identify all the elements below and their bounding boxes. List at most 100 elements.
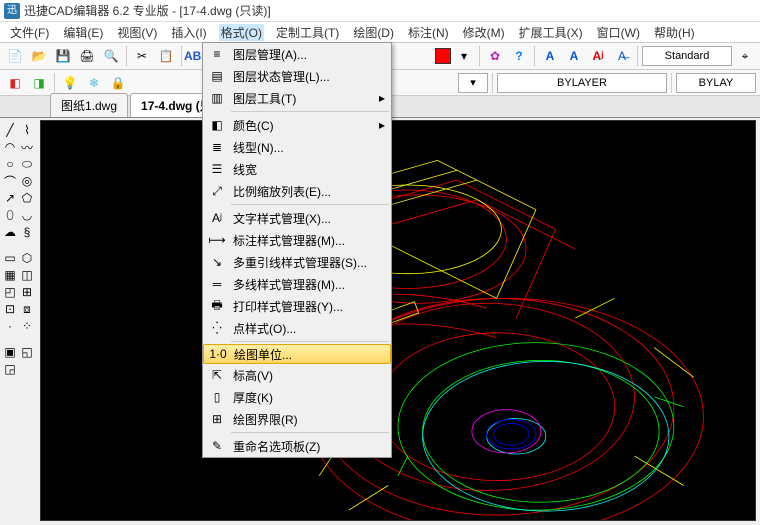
table-tool[interactable]: ⊞ bbox=[19, 284, 35, 300]
layer-on-icon[interactable]: 💡 bbox=[59, 72, 81, 94]
menu-item-label: 标高(V) bbox=[233, 367, 273, 384]
format-menu-item[interactable]: ◧颜色(C)▸ bbox=[203, 114, 391, 136]
spline-tool[interactable]: 〰 bbox=[19, 139, 35, 155]
point2-tool[interactable]: ⁘ bbox=[19, 318, 35, 334]
open-file-button[interactable]: 📂 bbox=[28, 45, 50, 67]
menu-item[interactable]: 文件(F) bbox=[8, 24, 51, 41]
format-menu-item[interactable]: ═多线样式管理器(M)... bbox=[203, 273, 391, 295]
wblk-tool[interactable]: ⧈ bbox=[19, 301, 35, 317]
polygon-tool[interactable]: ⬠ bbox=[19, 190, 35, 206]
plot-icon: 🖶 bbox=[207, 298, 227, 314]
menu-item-label: 重命名选项板(Z) bbox=[233, 438, 320, 455]
menu-item[interactable]: 定制工具(T) bbox=[274, 24, 341, 41]
separator bbox=[181, 46, 182, 66]
line-tool[interactable]: ╱ bbox=[2, 122, 18, 138]
format-menu-item[interactable]: 1·0绘图单位... bbox=[203, 344, 391, 364]
lineweight-dropdown[interactable]: BYLAY bbox=[676, 73, 756, 93]
new-file-button[interactable]: 📄 bbox=[4, 45, 26, 67]
menu-item[interactable]: 扩展工具(X) bbox=[517, 24, 585, 41]
format-menu-item[interactable]: ✎ 重命名选项板(Z) bbox=[203, 435, 391, 457]
format-menu-item[interactable]: ↘多重引线样式管理器(S)... bbox=[203, 251, 391, 273]
text-a2-button[interactable]: A bbox=[563, 45, 585, 67]
menu-item[interactable]: 视图(V) bbox=[115, 24, 159, 41]
document-tab[interactable]: 图纸1.dwg bbox=[50, 93, 128, 117]
text-a-button[interactable]: A bbox=[539, 45, 561, 67]
menu-item[interactable]: 修改(M) bbox=[461, 24, 507, 41]
ellipse-tool[interactable]: ⬭ bbox=[19, 156, 35, 172]
print-button[interactable]: 🖨 bbox=[76, 45, 98, 67]
format-menu-item[interactable]: ☰线宽 bbox=[203, 158, 391, 180]
text-a4-button[interactable]: A̶ bbox=[611, 45, 633, 67]
format-menu-item[interactable]: 🖶打印样式管理器(Y)... bbox=[203, 295, 391, 317]
linetype-dropdown[interactable]: BYLAYER bbox=[497, 73, 667, 93]
style-picker-button[interactable]: ⌖ bbox=[734, 45, 756, 67]
menu-item-label: 比例缩放列表(E)... bbox=[233, 183, 331, 200]
pline-tool[interactable]: ⌇ bbox=[19, 122, 35, 138]
arc-tool[interactable]: ◠ bbox=[2, 139, 18, 155]
cut-button[interactable]: ✂ bbox=[131, 45, 153, 67]
ray-tool[interactable]: ↗ bbox=[2, 190, 18, 206]
format-menu-item[interactable]: ≣线型(N)... bbox=[203, 136, 391, 158]
format-menu-item[interactable]: ⊞绘图界限(R) bbox=[203, 408, 391, 430]
point-tool[interactable]: · bbox=[2, 318, 18, 334]
cad-wireframe bbox=[41, 121, 755, 520]
format-menu-item[interactable]: ⇱标高(V) bbox=[203, 364, 391, 386]
layer-lock-icon[interactable]: 🔒 bbox=[107, 72, 129, 94]
donut-tool[interactable]: ◎ bbox=[19, 173, 35, 189]
text-a3-button[interactable]: Aʲ bbox=[587, 45, 609, 67]
menu-item[interactable]: 插入(I) bbox=[169, 24, 208, 41]
extra3-tool[interactable]: ◲ bbox=[2, 361, 18, 377]
menu-item[interactable]: 帮助(H) bbox=[652, 24, 697, 41]
menu-separator bbox=[231, 341, 389, 342]
menu-item-label: 标注样式管理器(M)... bbox=[233, 232, 345, 249]
ins-tool[interactable]: ⊡ bbox=[2, 301, 18, 317]
format-menu-item[interactable]: Aʲ文字样式管理(X)... bbox=[203, 207, 391, 229]
cloud-tool[interactable]: ☁ bbox=[2, 224, 18, 240]
layer-mgr-button[interactable]: ◧ bbox=[4, 72, 26, 94]
extra1-tool[interactable]: ▣ bbox=[2, 344, 18, 360]
menu-item[interactable]: 窗口(W) bbox=[595, 24, 642, 41]
preview-button[interactable]: 🔍 bbox=[100, 45, 122, 67]
menu-item[interactable]: 标注(N) bbox=[406, 24, 451, 41]
submenu-arrow-icon: ▸ bbox=[379, 118, 385, 132]
menu-separator bbox=[231, 111, 389, 112]
poly2-tool[interactable]: ⬡ bbox=[19, 250, 35, 266]
separator bbox=[54, 73, 55, 93]
format-menu-item[interactable]: ≡图层管理(A)... bbox=[203, 43, 391, 65]
layer-state-button[interactable]: ◨ bbox=[28, 72, 50, 94]
help-button[interactable]: ? bbox=[508, 45, 530, 67]
format-menu-item[interactable]: ▥图层工具(T)▸ bbox=[203, 87, 391, 109]
color-red[interactable] bbox=[435, 48, 451, 64]
hatch-tool[interactable]: ▦ bbox=[2, 267, 18, 283]
arc2-tool[interactable]: ⌒ bbox=[2, 173, 18, 189]
menu-item[interactable]: 格式(O) bbox=[219, 24, 264, 41]
rect-tool[interactable]: ▭ bbox=[2, 250, 18, 266]
rename-icon: ✎ bbox=[207, 438, 227, 454]
format-menu-item[interactable]: ⟼标注样式管理器(M)... bbox=[203, 229, 391, 251]
format-menu-item[interactable]: ▤图层状态管理(L)... bbox=[203, 65, 391, 87]
menu-item-label: 图层管理(A)... bbox=[233, 46, 307, 63]
format-menu-item[interactable]: ⁛点样式(O)... bbox=[203, 317, 391, 339]
region-tool[interactable]: ◰ bbox=[2, 284, 18, 300]
layerstate-icon: ▤ bbox=[207, 68, 227, 84]
linetype-short-dropdown[interactable]: ▾ bbox=[458, 73, 488, 93]
menu-item[interactable]: 绘图(D) bbox=[351, 24, 396, 41]
menu-item-label: 线宽 bbox=[233, 161, 257, 178]
arc3-tool[interactable]: ◡ bbox=[19, 207, 35, 223]
ellipse2-tool[interactable]: ⬯ bbox=[2, 207, 18, 223]
menu-item[interactable]: 编辑(E) bbox=[61, 24, 105, 41]
layer-freeze-icon[interactable]: ❄ bbox=[83, 72, 105, 94]
copy-button[interactable]: 📋 bbox=[155, 45, 177, 67]
format-menu-item[interactable]: ▯厚度(K) bbox=[203, 386, 391, 408]
extra2-tool[interactable]: ◱ bbox=[19, 344, 35, 360]
drawing-canvas[interactable] bbox=[40, 120, 756, 521]
color-down-icon[interactable]: ▾ bbox=[453, 45, 475, 67]
circle-tool[interactable]: ○ bbox=[2, 156, 18, 172]
block-tool[interactable]: ◫ bbox=[19, 267, 35, 283]
text-style-dropdown[interactable]: Standard bbox=[642, 46, 732, 66]
separator bbox=[534, 46, 535, 66]
helix-tool[interactable]: § bbox=[19, 224, 35, 240]
format-menu-item[interactable]: ⤢比例缩放列表(E)... bbox=[203, 180, 391, 202]
find-button[interactable]: ✿ bbox=[484, 45, 506, 67]
save-button[interactable]: 💾 bbox=[52, 45, 74, 67]
